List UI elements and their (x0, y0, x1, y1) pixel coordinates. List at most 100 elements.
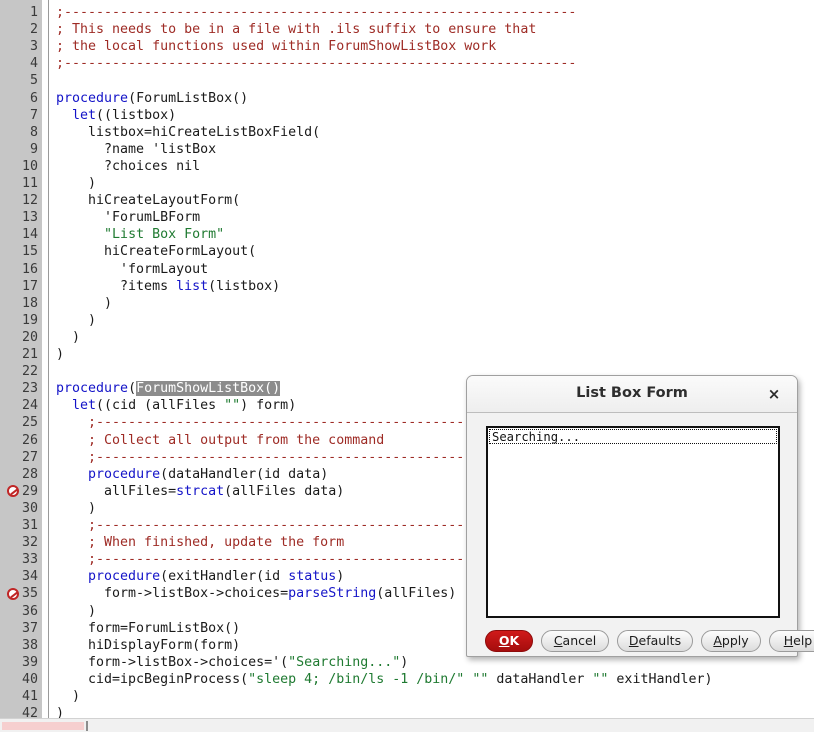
code-line[interactable]: 14 "List Box Form" (0, 226, 814, 243)
code-token: ?choices nil (56, 158, 201, 174)
code-line[interactable]: 11 ) (0, 175, 814, 192)
code-line-text: procedure(exitHandler(id status) (56, 568, 344, 585)
code-line[interactable]: 16 'formLayout (0, 261, 814, 278)
line-number: 1 (29, 5, 38, 20)
dialog-button-row: OK Cancel Defaults Apply Help (485, 630, 814, 652)
code-line-text: "List Box Form" (56, 226, 224, 243)
code-line[interactable]: 21) (0, 346, 814, 363)
code-token: ;---------------------------------------… (56, 56, 577, 72)
code-line[interactable]: 7 let((listbox) (0, 107, 814, 124)
code-line[interactable]: 3 ; the local functions used within Forum… (0, 38, 814, 55)
code-token: ;---------------------------------------… (56, 5, 577, 20)
code-line[interactable]: 10 ?choices nil (0, 158, 814, 175)
ok-button[interactable]: OK (485, 630, 533, 652)
line-number: 27 (21, 449, 38, 465)
line-number: 40 (21, 671, 38, 687)
line-number: 9 (29, 141, 38, 157)
code-line-text: ; Collect all output from the command (56, 432, 384, 449)
code-line[interactable]: 19 ) (0, 312, 814, 329)
line-number: 15 (21, 244, 38, 260)
line-number: 32 (21, 535, 38, 551)
code-token: ((cid (allFiles (96, 398, 225, 414)
close-icon[interactable]: × (765, 385, 783, 403)
line-number: 29 (21, 483, 38, 499)
code-line-text: ) (56, 500, 96, 517)
code-token: 'ForumLBForm (56, 210, 201, 226)
code-line-text: ) (56, 329, 80, 346)
code-line[interactable]: 13 'ForumLBForm (0, 209, 814, 226)
code-line[interactable]: 12 hiCreateLayoutForm( (0, 192, 814, 209)
line-number: 8 (29, 124, 38, 140)
code-line-text: ;---------------------------------------… (56, 55, 576, 72)
cancel-button[interactable]: Cancel (541, 630, 609, 652)
code-line[interactable]: 8 listbox=hiCreateListBoxField( (0, 124, 814, 141)
code-line-text: ; the local functions used within ForumS… (56, 38, 496, 55)
code-line-text: form->listBox->choices=parseString(allFi… (56, 585, 456, 602)
code-line-text: ) (56, 312, 96, 329)
line-number: 12 (21, 193, 38, 209)
code-line-text: procedure(dataHandler(id data) (56, 466, 328, 483)
code-token: ) (56, 295, 113, 311)
code-line[interactable]: 18 ) (0, 295, 814, 312)
code-token: ?name 'listBox (56, 141, 217, 157)
code-line-text: form=ForumListBox() (56, 620, 240, 637)
code-line-text: hiDisplayForm(form) (56, 637, 240, 654)
list-item[interactable]: Searching... (489, 429, 777, 444)
line-number: 10 (21, 158, 38, 174)
code-line[interactable]: 20 ) (0, 329, 814, 346)
code-line-text: ) (56, 295, 112, 312)
code-line[interactable]: 1 ;--------------------------------------… (0, 4, 814, 21)
code-line-text: hiCreateFormLayout( (56, 243, 256, 260)
code-token: "List Box Form" (104, 227, 225, 243)
code-token: procedure (88, 569, 161, 585)
code-token: list (176, 278, 209, 294)
dialog-titlebar[interactable]: List Box Form × (467, 376, 797, 413)
line-number: 31 (21, 518, 38, 533)
line-number: 11 (21, 176, 38, 191)
scrollbar-thumb[interactable] (2, 722, 84, 730)
code-line-text: ) (56, 603, 96, 620)
code-token: listbox=hiCreateListBoxField( (56, 124, 321, 140)
code-token: ) (56, 603, 97, 619)
code-token: (allFiles data) (224, 483, 345, 499)
code-line[interactable]: 9 ?name 'listBox (0, 141, 814, 158)
code-line-text: 'formLayout (56, 261, 208, 278)
help-button[interactable]: Help (769, 630, 814, 652)
list-box-field[interactable]: Searching... (486, 426, 780, 618)
code-token: "sleep 4; /bin/ls -1 /bin/" (248, 671, 465, 687)
code-token: hiCreateLayoutForm( (56, 193, 241, 209)
code-line[interactable]: 5 (0, 72, 814, 89)
code-line[interactable]: 2 ; This needs to be in a file with .ils … (0, 21, 814, 38)
code-token: dataHandler (488, 671, 593, 687)
line-number: 23 (21, 381, 38, 397)
code-token: 'formLayout (56, 261, 209, 277)
code-line[interactable]: 17 ?items list(listbox) (0, 278, 814, 295)
line-number: 17 (21, 278, 38, 294)
code-line[interactable]: 4 ;--------------------------------------… (0, 55, 814, 72)
defaults-button[interactable]: Defaults (617, 630, 693, 652)
line-number: 30 (21, 500, 38, 516)
code-token: status (288, 569, 337, 585)
screen: 1 ;--------------------------------------… (0, 0, 814, 732)
code-token: form->listBox->choices= (56, 586, 289, 602)
code-token: form->listBox->choices='( (56, 654, 289, 670)
line-number: 18 (21, 295, 38, 311)
line-number: 24 (21, 398, 38, 414)
code-token: procedure (56, 381, 129, 397)
code-line[interactable]: 6 procedure(ForumListBox() (0, 90, 814, 107)
code-token: (dataHandler(id data) (160, 466, 329, 482)
apply-button[interactable]: Apply (701, 630, 761, 652)
code-line-text: ?items list(listbox) (56, 278, 280, 295)
code-token: strcat (176, 483, 225, 499)
code-line[interactable]: 41 ) (0, 688, 814, 705)
code-line-text: ) (56, 346, 64, 363)
horizontal-scrollbar[interactable] (0, 718, 814, 732)
code-line-text: allFiles=strcat(allFiles data) (56, 483, 344, 500)
code-line-text: ?name 'listBox (56, 141, 216, 158)
code-line[interactable]: 15 hiCreateFormLayout( (0, 243, 814, 260)
code-line[interactable]: 40 cid=ipcBeginProcess("sleep 4; /bin/ls… (0, 671, 814, 688)
code-token: (exitHandler(id (160, 569, 289, 585)
code-line-text: let((listbox) (56, 107, 176, 124)
